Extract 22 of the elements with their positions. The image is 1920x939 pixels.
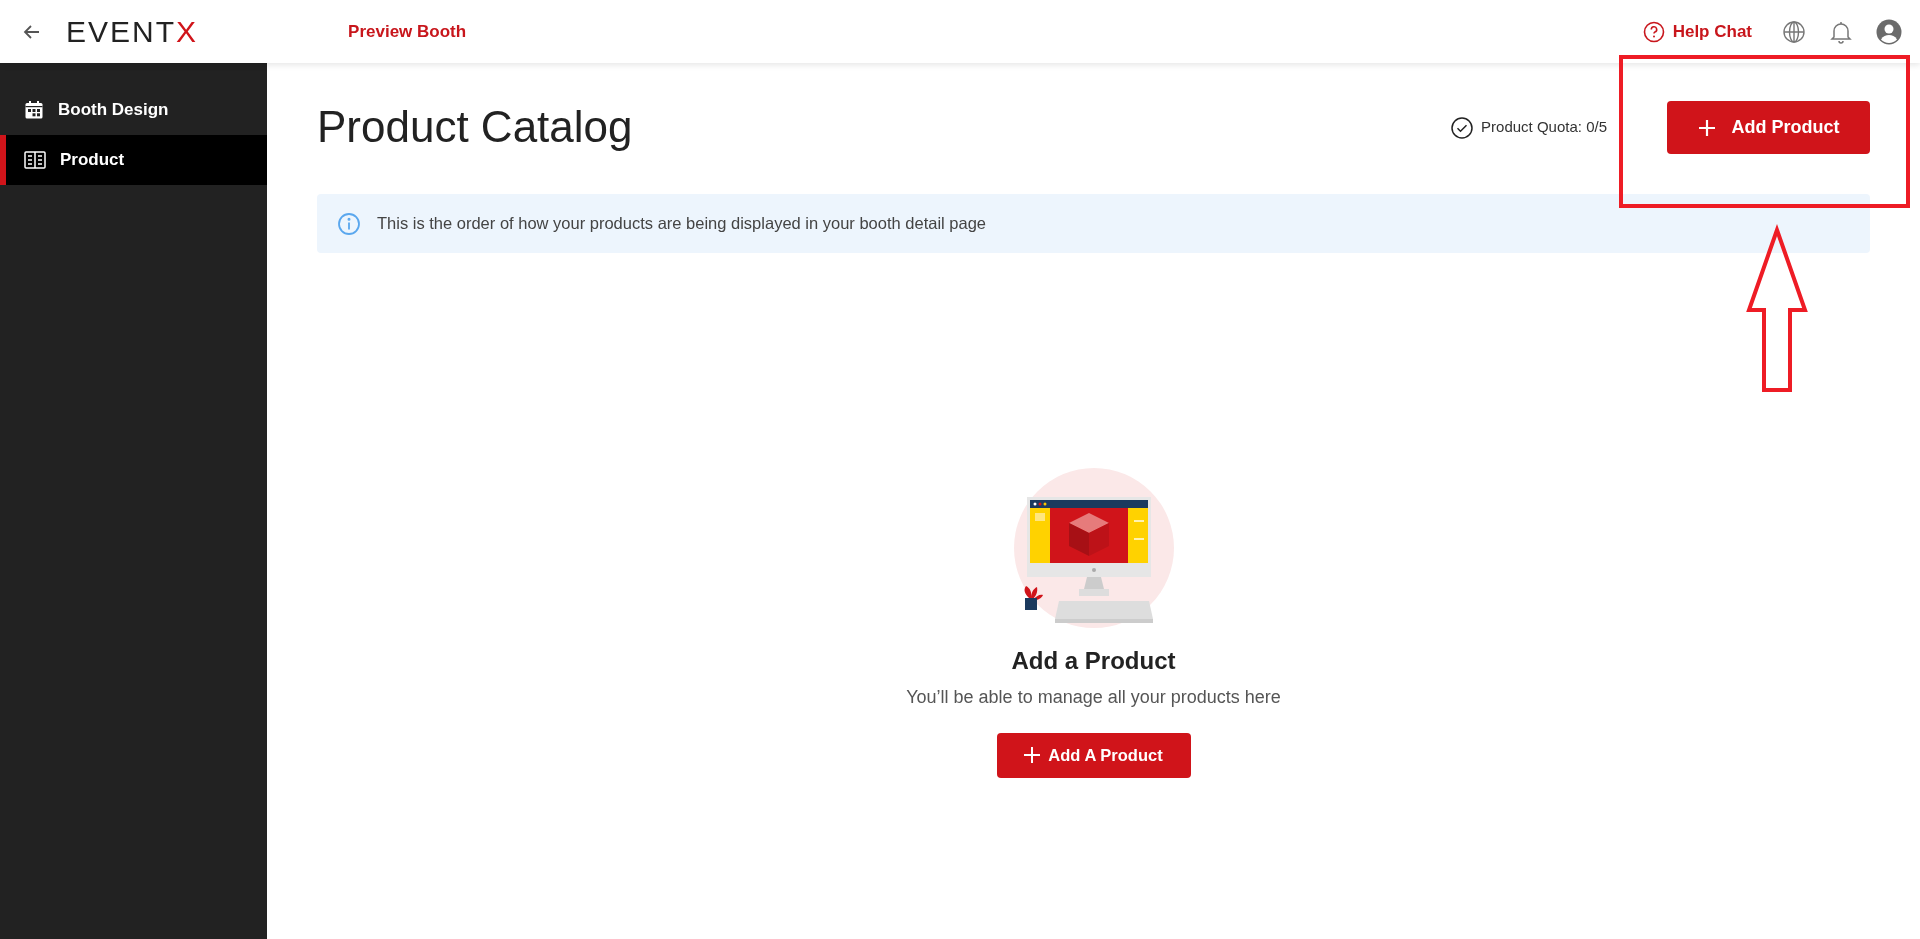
- sidebar-item[interactable]: Product: [0, 135, 267, 185]
- calendar-icon: [24, 100, 44, 120]
- add-a-product-button[interactable]: Add A Product: [996, 732, 1191, 778]
- preview-booth-link[interactable]: Preview Booth: [348, 18, 467, 45]
- plus-icon: [1697, 118, 1716, 137]
- check-circle-icon: [1451, 116, 1474, 139]
- plus-icon: [1024, 747, 1041, 764]
- user-avatar-icon[interactable]: [1876, 18, 1902, 45]
- help-chat-button[interactable]: Help Chat: [1636, 17, 1758, 46]
- list-icon: [24, 151, 46, 169]
- product-quota-text: Product Quota: 0/5: [1481, 117, 1607, 138]
- notification-bell-icon[interactable]: [1830, 19, 1852, 44]
- info-text: This is the order of how your products are being displayed in your booth detail page: [377, 213, 987, 235]
- add-product-button[interactable]: Add Product: [1667, 101, 1870, 154]
- help-icon: [1642, 20, 1665, 43]
- info-icon: [337, 211, 361, 236]
- sidebar-item[interactable]: Booth Design: [0, 85, 267, 135]
- logo: EVENTX: [66, 16, 199, 47]
- page-title: Product Catalog: [317, 101, 634, 154]
- empty-state-subtitle: You’ll be able to manage all your products here: [906, 685, 1281, 709]
- empty-state-title: Add a Product: [1011, 647, 1176, 676]
- language-globe-icon[interactable]: [1782, 19, 1806, 44]
